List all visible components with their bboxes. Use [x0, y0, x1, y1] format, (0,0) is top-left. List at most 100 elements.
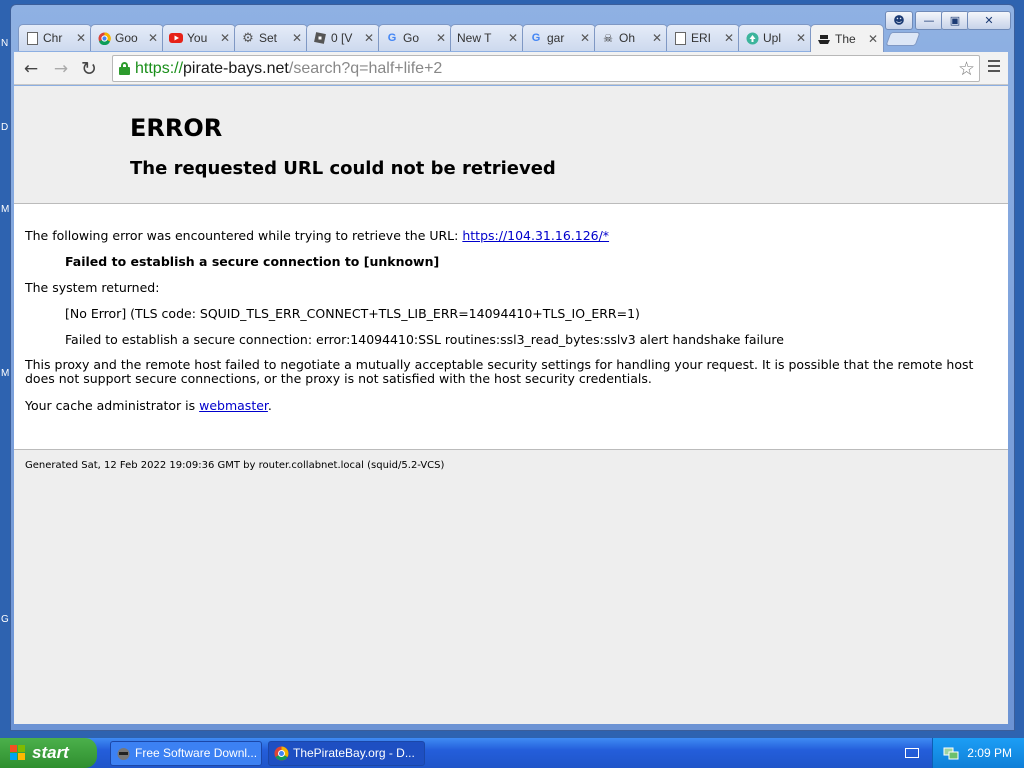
- ssl-error-detail: Failed to establish a secure connection:…: [65, 332, 784, 347]
- bookmark-star-icon[interactable]: ☆: [958, 58, 975, 80]
- admin-suffix: .: [267, 398, 272, 413]
- address-bar[interactable]: https://pirate-bays.net/search?q=half+li…: [112, 55, 980, 82]
- error-url-link[interactable]: https://104.31.16.126/*: [462, 228, 609, 243]
- tab-strip: Chr ✕ Goo ✕ You ✕ ⚙ Set ✕ 0 [V ✕ G Go ✕ …: [14, 24, 894, 52]
- chrome-icon: [274, 746, 289, 761]
- close-tab-icon[interactable]: ✕: [219, 31, 231, 45]
- start-label: start: [32, 743, 69, 762]
- close-tab-icon[interactable]: ✕: [75, 31, 87, 45]
- tab[interactable]: Goo ✕: [90, 24, 164, 51]
- desktop-icon-label[interactable]: G: [1, 614, 9, 625]
- pirate-icon: ☠: [603, 31, 613, 45]
- url-path: /search?q=half+life+2: [288, 60, 443, 77]
- admin-line: Your cache administrator is webmaster.: [25, 398, 272, 413]
- taskbar-button[interactable]: Free Software Downl...: [110, 741, 262, 766]
- webmaster-link[interactable]: webmaster: [199, 398, 268, 413]
- footer-text: Generated Sat, 12 Feb 2022 19:09:36 GMT …: [25, 460, 445, 471]
- tls-error-code: [No Error] (TLS code: SQUID_TLS_ERR_CONN…: [65, 306, 640, 321]
- minimize-button[interactable]: —: [915, 11, 943, 30]
- close-tab-icon[interactable]: ✕: [579, 31, 591, 45]
- close-tab-icon[interactable]: ✕: [723, 31, 735, 45]
- close-tab-icon[interactable]: ✕: [291, 31, 303, 45]
- taskbar: start Free Software Downl... ThePirateBa…: [0, 738, 1024, 768]
- close-tab-icon[interactable]: ✕: [363, 31, 375, 45]
- desktop-icon-label[interactable]: D: [1, 122, 8, 133]
- failed-connection-text: Failed to establish a secure connection …: [65, 254, 440, 269]
- close-tab-icon[interactable]: ✕: [147, 31, 159, 45]
- tab[interactable]: ⚙ Set ✕: [234, 24, 308, 51]
- pirate-ship-icon: [817, 32, 831, 46]
- menu-icon[interactable]: [988, 60, 1000, 75]
- tab[interactable]: ERI ✕: [666, 24, 740, 51]
- lock-icon[interactable]: [119, 62, 130, 75]
- tab-title: ERI: [691, 31, 712, 45]
- url-scheme: https://: [135, 60, 184, 77]
- close-tab-icon[interactable]: ✕: [867, 32, 879, 46]
- taskbar-button-label: ThePirateBay.org - D...: [293, 746, 415, 760]
- close-tab-icon[interactable]: ✕: [507, 31, 519, 45]
- error-heading: ERROR: [130, 114, 223, 142]
- forward-arrow-icon[interactable]: →: [50, 58, 72, 80]
- tab-title: Chr: [43, 31, 63, 45]
- desktop-icon-label[interactable]: M: [1, 204, 9, 215]
- tab-title: Goo: [115, 31, 138, 45]
- tab-title: gar: [547, 31, 565, 45]
- maximize-button[interactable]: ▣: [941, 11, 969, 30]
- close-tab-icon[interactable]: ✕: [795, 31, 807, 45]
- reload-icon[interactable]: ↻: [78, 58, 100, 80]
- tab[interactable]: Upl ✕: [738, 24, 812, 51]
- admin-prefix: Your cache administrator is: [25, 398, 200, 413]
- windows-flag-icon: [10, 745, 26, 761]
- upload-icon: [745, 31, 759, 45]
- tab[interactable]: Chr ✕: [18, 24, 92, 51]
- clock[interactable]: 2:09 PM: [967, 746, 1012, 760]
- taskbar-button-active[interactable]: ThePirateBay.org - D...: [268, 741, 425, 766]
- tab-title: 0 [V: [331, 31, 353, 45]
- youtube-icon: [169, 31, 183, 45]
- footer: Generated Sat, 12 Feb 2022 19:09:36 GMT …: [14, 450, 1008, 724]
- tab-active[interactable]: The ✕: [810, 24, 884, 52]
- roblox-icon: [313, 31, 327, 45]
- close-button[interactable]: ✕: [967, 11, 1011, 30]
- tab-title: Oh: [619, 31, 636, 45]
- gear-icon: ⚙: [242, 30, 254, 46]
- desktop-icon-label[interactable]: N: [1, 38, 8, 49]
- document-icon: [25, 31, 39, 45]
- google-icon: G: [387, 32, 397, 44]
- network-icon[interactable]: [943, 745, 959, 761]
- tab-title: You: [187, 31, 208, 45]
- system-returned-label: The system returned:: [25, 280, 160, 295]
- proxy-explanation: This proxy and the remote host failed to…: [25, 357, 974, 386]
- tab-title: The: [835, 31, 856, 46]
- tab-title: Upl: [763, 31, 782, 45]
- back-arrow-icon[interactable]: ←: [20, 58, 42, 80]
- url-host: pirate-bays.net: [183, 60, 289, 77]
- tab[interactable]: ☠ Oh ✕: [594, 24, 668, 51]
- tab-title: Go: [403, 31, 420, 45]
- error-line-text: The following error was encountered whil…: [25, 228, 463, 243]
- chrome-icon: [97, 31, 111, 45]
- google-icon: G: [531, 32, 541, 44]
- document-icon: [673, 31, 687, 45]
- raccoon-icon: [116, 746, 131, 761]
- page-content: ERROR The requested URL could not be ret…: [14, 86, 1008, 724]
- tab[interactable]: 0 [V ✕: [306, 24, 380, 51]
- tab[interactable]: You ✕: [162, 24, 236, 51]
- error-line: The following error was encountered whil…: [25, 228, 609, 243]
- error-header: ERROR The requested URL could not be ret…: [14, 86, 1008, 204]
- tab[interactable]: New T ✕: [450, 24, 524, 51]
- tab[interactable]: G Go ✕: [378, 24, 452, 51]
- close-tab-icon[interactable]: ✕: [651, 31, 663, 45]
- tab[interactable]: G gar ✕: [522, 24, 596, 51]
- tab-title: Set: [259, 31, 278, 45]
- url-text[interactable]: https://pirate-bays.net/search?q=half+li…: [135, 60, 442, 78]
- system-tray: 2:09 PM: [932, 738, 1024, 768]
- taskbar-button-label: Free Software Downl...: [135, 746, 258, 760]
- browser-toolbar: ← → ↻ https://pirate-bays.net/search?q=h…: [14, 52, 1008, 85]
- new-tab-button[interactable]: [885, 32, 921, 46]
- keyboard-icon[interactable]: [905, 748, 919, 758]
- tab-title: New T: [457, 31, 492, 45]
- close-tab-icon[interactable]: ✕: [435, 31, 447, 45]
- desktop-icon-label[interactable]: M: [1, 368, 9, 379]
- start-button[interactable]: start: [0, 738, 97, 768]
